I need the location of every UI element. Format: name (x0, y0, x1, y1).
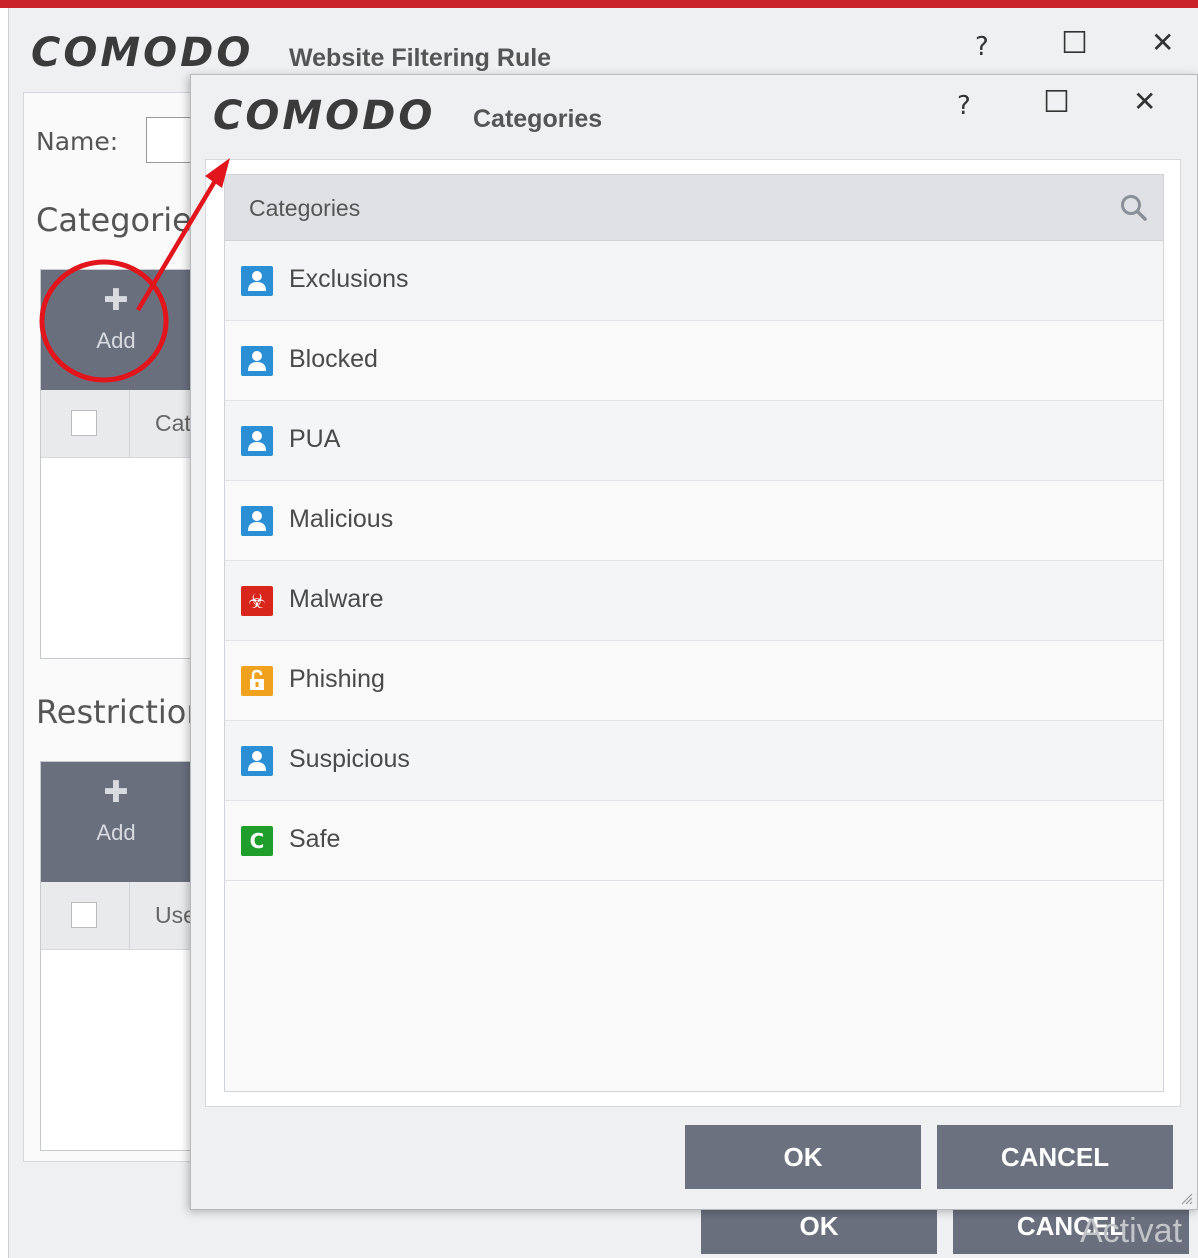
biohazard-icon: ☣ (241, 586, 273, 616)
categories-dialog: COMODO Categories ? ☐ ✕ Categories Exclu… (190, 74, 1198, 1210)
name-label: Name: (36, 127, 119, 156)
category-row[interactable]: Malicious (225, 481, 1163, 561)
activate-watermark: Activat (1080, 1212, 1183, 1250)
user-icon (241, 346, 273, 376)
category-row[interactable]: ☣ Malware (225, 561, 1163, 641)
help-button[interactable]: ? (975, 32, 989, 62)
plus-icon: ✚ (103, 775, 129, 810)
comodo-logo: COMODO (213, 93, 436, 139)
category-label: Malware (289, 585, 384, 613)
category-label: Phishing (289, 665, 385, 693)
select-all-checkbox[interactable] (71, 902, 97, 928)
restrictions-add-button[interactable]: ✚ Add (61, 778, 171, 868)
user-icon (241, 426, 273, 456)
category-row[interactable]: Blocked (225, 321, 1163, 401)
categories-list-frame: Categories Exclusions Blocked PUA Malicious… (205, 159, 1181, 1107)
restrictions-heading: Restriction (36, 693, 207, 731)
category-row[interactable]: PUA (225, 401, 1163, 481)
category-rows: Exclusions Blocked PUA Malicious ☣ Malware Phi… (225, 241, 1163, 881)
category-label: Blocked (289, 345, 378, 373)
maximize-button[interactable]: ☐ (1043, 85, 1070, 120)
back-ok-button[interactable]: OK (701, 1204, 937, 1254)
category-row[interactable]: Suspicious (225, 721, 1163, 801)
search-icon[interactable] (1119, 193, 1149, 223)
category-label: Exclusions (289, 265, 409, 293)
dialog-title: Categories (473, 105, 603, 133)
ok-button[interactable]: OK (685, 1125, 921, 1189)
category-row[interactable]: C Safe (225, 801, 1163, 881)
window-title: Website Filtering Rule (289, 44, 552, 72)
category-column-header: Cat (155, 410, 191, 436)
categories-list: Categories Exclusions Blocked PUA Malicious… (224, 174, 1164, 1092)
plus-icon: ✚ (103, 283, 129, 318)
user-icon (241, 746, 273, 776)
lock-icon (241, 666, 273, 696)
comodo-c-icon: C (241, 826, 273, 856)
categories-add-button[interactable]: ✚ Add (61, 286, 171, 376)
select-all-checkbox[interactable] (71, 410, 97, 436)
resize-grip-icon[interactable] (1179, 1191, 1193, 1205)
close-button[interactable]: ✕ (1133, 85, 1156, 118)
help-button[interactable]: ? (957, 91, 971, 121)
list-header-label: Categories (249, 195, 361, 221)
categories-heading: Categories (36, 201, 209, 239)
cancel-button[interactable]: CANCEL (937, 1125, 1173, 1189)
user-icon (241, 506, 273, 536)
categories-list-header: Categories (225, 175, 1163, 241)
maximize-button[interactable]: ☐ (1061, 26, 1088, 61)
window-top-stripe (0, 0, 1198, 8)
category-label: Malicious (289, 505, 394, 533)
category-label: PUA (289, 425, 341, 453)
comodo-logo: COMODO (31, 30, 254, 76)
category-label: Safe (289, 825, 341, 853)
close-button[interactable]: ✕ (1151, 26, 1174, 59)
category-row[interactable]: Exclusions (225, 241, 1163, 321)
category-label: Suspicious (289, 745, 410, 773)
category-row[interactable]: Phishing (225, 641, 1163, 721)
user-icon (241, 266, 273, 296)
